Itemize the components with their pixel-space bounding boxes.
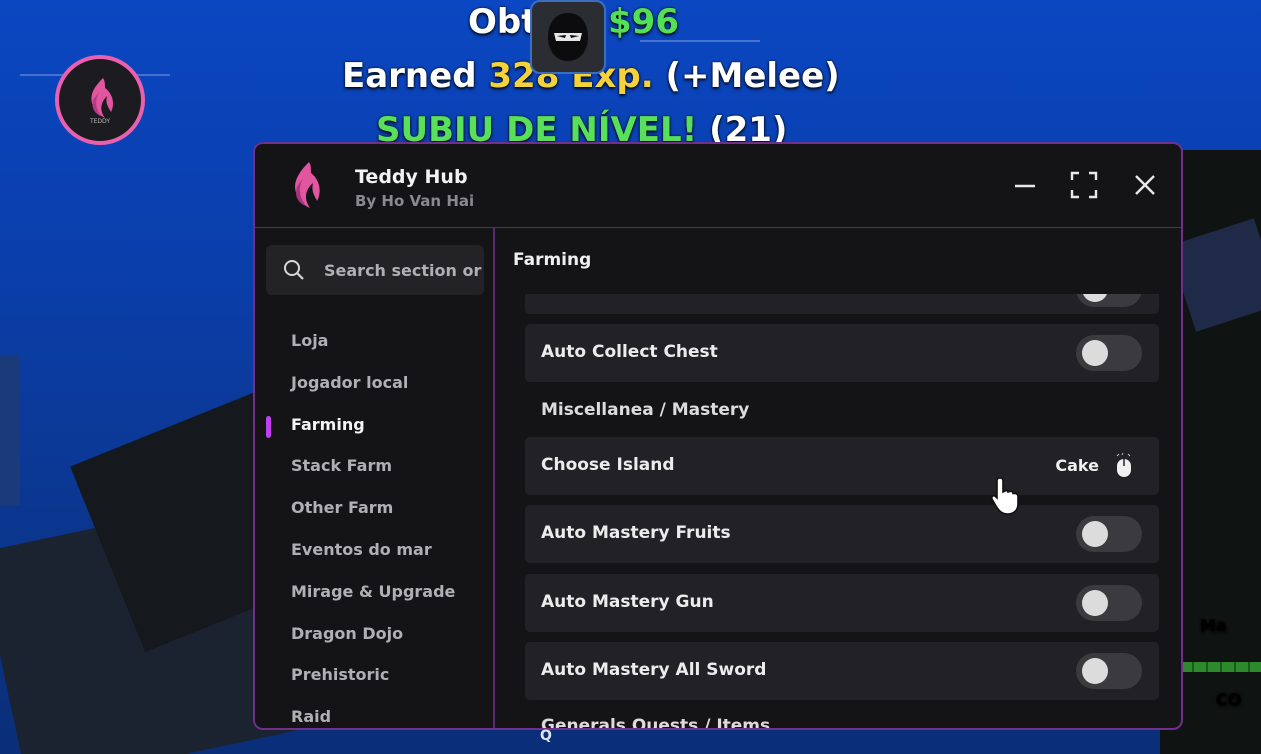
close-icon	[1135, 175, 1155, 195]
option-row[interactable]	[525, 294, 1159, 314]
window-title: Teddy Hub	[355, 166, 468, 188]
toggle-knob	[1082, 340, 1108, 366]
terrain-edge	[0, 355, 20, 505]
flame-logo-icon	[295, 162, 320, 208]
category-label: Generals Quests / Items	[541, 716, 771, 728]
sidebar-item-other-farm[interactable]: Other Farm	[255, 487, 493, 529]
category-label: Miscellanea / Mastery	[541, 400, 750, 420]
hand-cursor-icon	[990, 477, 1019, 515]
logo-caption: TEDDY	[89, 117, 111, 125]
search-input[interactable]	[324, 245, 484, 295]
section-title: Farming	[513, 250, 592, 270]
maximize-icon	[1070, 171, 1098, 199]
minimize-button[interactable]	[1008, 168, 1042, 202]
bottom-hud-glyph: Q	[540, 728, 552, 744]
hub-window: Teddy Hub By Ho Van Hai Lo	[253, 142, 1183, 730]
option-label: Auto Collect Chest	[541, 342, 718, 362]
options-list[interactable]: Auto Collect Chest Miscellanea / Mastery…	[495, 294, 1181, 728]
choose-island-value[interactable]: Cake	[1055, 456, 1099, 475]
sidebar: Loja Jogador local Farming Stack Farm Ot…	[255, 228, 495, 728]
sidebar-item-loja[interactable]: Loja	[255, 320, 493, 362]
search-icon	[284, 260, 304, 280]
option-label: Choose Island	[541, 455, 675, 475]
toggle-knob	[1082, 294, 1108, 302]
hud-right-text: CO	[1216, 690, 1242, 709]
sidebar-item-prehistoric[interactable]: Prehistoric	[255, 654, 493, 696]
auto-mastery-all-sword-toggle[interactable]	[1076, 653, 1142, 689]
auto-mastery-fruits-toggle[interactable]	[1076, 516, 1142, 552]
player-avatar-icon	[530, 0, 606, 74]
toggle-switch[interactable]	[1076, 294, 1142, 307]
close-button[interactable]	[1128, 168, 1162, 202]
toggle-knob	[1082, 590, 1108, 616]
sidebar-item-raid[interactable]: Raid	[255, 696, 493, 728]
sidebar-item-eventos-do-mar[interactable]: Eventos do mar	[255, 529, 493, 571]
sidebar-nav: Loja Jogador local Farming Stack Farm Ot…	[255, 320, 493, 728]
option-row-auto-mastery-gun[interactable]: Auto Mastery Gun	[525, 574, 1159, 632]
minimize-icon	[1015, 184, 1035, 188]
health-bar	[1180, 662, 1261, 672]
sidebar-item-farming[interactable]: Farming	[255, 404, 493, 446]
window-subtitle: By Ho Van Hai	[355, 192, 475, 210]
sidebar-item-jogador-local[interactable]: Jogador local	[255, 362, 493, 404]
auto-collect-chest-toggle[interactable]	[1076, 335, 1142, 371]
sidebar-item-dragon-dojo[interactable]: Dragon Dojo	[255, 613, 493, 655]
option-row-auto-mastery-fruits[interactable]: Auto Mastery Fruits	[525, 505, 1159, 563]
toggle-knob	[1082, 658, 1108, 684]
option-label: Auto Mastery Gun	[541, 592, 714, 612]
option-row-auto-mastery-all-sword[interactable]: Auto Mastery All Sword	[525, 642, 1159, 700]
mouse-icon[interactable]	[1113, 453, 1135, 479]
content-panel: Farming Auto Collect Chest Miscellanea /…	[495, 228, 1181, 728]
sidebar-item-stack-farm[interactable]: Stack Farm	[255, 445, 493, 487]
hub-toggle-button[interactable]: TEDDY	[55, 55, 145, 145]
option-row-choose-island[interactable]: Choose Island Cake	[525, 437, 1159, 495]
hud-obtained-label: Obt	[468, 2, 538, 42]
hud-earned-suffix: (+Melee)	[665, 56, 840, 96]
option-row-auto-collect-chest[interactable]: Auto Collect Chest	[525, 324, 1159, 382]
maximize-button[interactable]	[1067, 168, 1101, 202]
hud-earned-prefix: Earned	[342, 56, 477, 96]
flame-logo-icon	[91, 77, 113, 118]
hud-right-text: Ma	[1200, 616, 1227, 635]
hud-money: $96	[608, 2, 679, 42]
toggle-knob	[1082, 521, 1108, 547]
auto-mastery-gun-toggle[interactable]	[1076, 585, 1142, 621]
title-bar[interactable]: Teddy Hub By Ho Van Hai	[255, 144, 1181, 228]
option-label: Auto Mastery All Sword	[541, 660, 767, 680]
sidebar-item-mirage-upgrade[interactable]: Mirage & Upgrade	[255, 571, 493, 613]
option-label: Auto Mastery Fruits	[541, 523, 731, 543]
search-box[interactable]	[266, 245, 484, 295]
